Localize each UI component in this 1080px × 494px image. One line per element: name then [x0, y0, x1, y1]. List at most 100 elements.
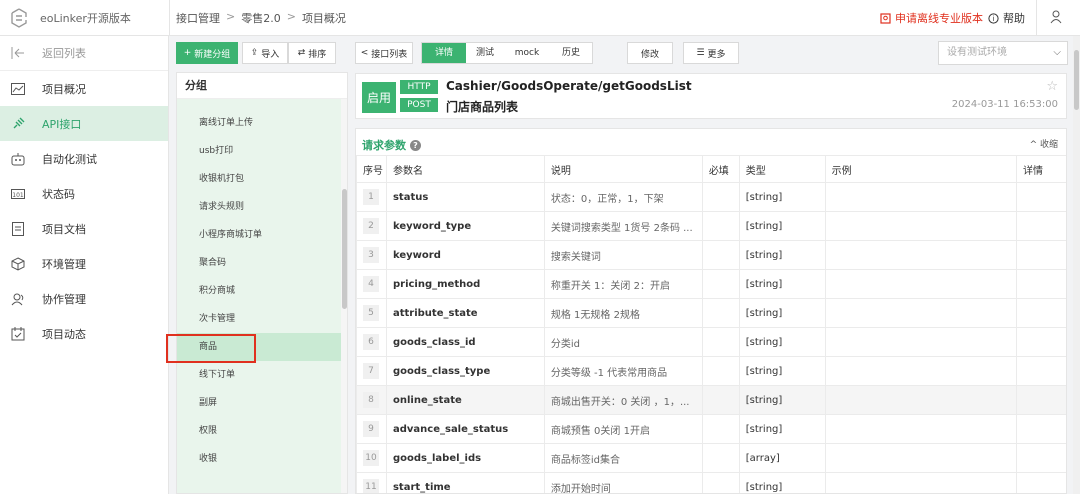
new-group-button[interactable]: + 新建分组: [176, 42, 238, 64]
chevron-left-icon: <: [360, 48, 369, 58]
table-row[interactable]: 1 status 状态：0，正常，1，下架 [string]: [356, 182, 1066, 212]
group-item[interactable]: usb打印: [177, 137, 341, 165]
nav-item-collab[interactable]: 协作管理: [0, 281, 168, 316]
more-button[interactable]: ☰ 更多: [683, 42, 739, 64]
help-button[interactable]: i 帮助: [988, 10, 1025, 26]
page-scrollbar[interactable]: [1073, 36, 1080, 494]
param-detail: [1016, 182, 1066, 212]
param-desc: 添加开始时间: [543, 472, 703, 493]
collapse-button[interactable]: ^ 收缩: [1030, 137, 1058, 150]
param-desc: 分类等级 -1 代表常用商品: [543, 356, 703, 386]
param-detail: [1016, 385, 1066, 415]
group-item[interactable]: 次卡管理: [177, 305, 341, 333]
edit-button[interactable]: 修改: [627, 42, 673, 64]
table-row[interactable]: 8 online_state 商城出售开关：0 关闭 ，1，... [string]: [356, 385, 1066, 415]
certificate-icon: [880, 12, 891, 24]
column-header: 类型: [738, 155, 826, 183]
tab-mock[interactable]: mock: [504, 43, 550, 63]
page-scroll-thumb[interactable]: [1074, 50, 1079, 110]
row-index-badge: 3: [363, 247, 379, 263]
table-row[interactable]: 5 attribute_state 规格 1无规格 2规格 [string]: [356, 298, 1066, 328]
nav-item-api[interactable]: API接口: [0, 106, 168, 141]
table-row[interactable]: 3 keyword 搜索关键词 [string]: [356, 240, 1066, 270]
param-example: [824, 211, 1018, 241]
group-item[interactable]: 收银: [177, 445, 341, 473]
collapse-label: 收缩: [1039, 140, 1058, 150]
nav-item-statuscode[interactable]: 101 状态码: [0, 176, 168, 211]
row-index-badge: 6: [363, 334, 379, 350]
breadcrumb-item[interactable]: 接口管理: [176, 10, 220, 26]
table-row[interactable]: 2 keyword_type 关键词搜索类型 1货号 2条码 ... [string]: [356, 211, 1066, 241]
group-item[interactable]: 权限: [177, 417, 341, 445]
group-item[interactable]: 聚合码: [177, 249, 341, 277]
back-arrow-icon: [10, 45, 26, 61]
table-row[interactable]: 11 start_time 添加开始时间 [string]: [356, 472, 1066, 493]
test-env-select[interactable]: 设有测试环境 ⌵: [938, 41, 1068, 65]
team-icon: [10, 291, 26, 307]
import-button[interactable]: ⇪ 导入: [242, 42, 288, 64]
apply-pro-link[interactable]: 申请离线专业版本: [880, 10, 983, 26]
sort-button[interactable]: ⇄ 排序: [288, 42, 336, 64]
param-detail: [1016, 211, 1066, 241]
nav-item-label: 环境管理: [42, 257, 86, 271]
tab-test[interactable]: 测试: [466, 43, 504, 63]
group-item[interactable]: 线下订单: [177, 361, 341, 389]
eolinker-logo-icon[interactable]: [10, 8, 28, 28]
group-item[interactable]: 副屏: [177, 389, 341, 417]
nav-item-autotest[interactable]: 自动化测试: [0, 141, 168, 176]
left-nav: 返回列表 项目概况 API接口 自动化测试 101 状态码 项目文档 环境管理 …: [0, 36, 169, 494]
back-to-list[interactable]: 返回列表: [0, 36, 168, 71]
group-item[interactable]: 小程序商城订单: [177, 221, 341, 249]
param-name: online_state: [385, 385, 545, 415]
request-params-panel: 请求参数 ? ^ 收缩 序号 参数名 说明 必填 类型 示例 详情 1 statu…: [355, 128, 1067, 494]
status-badge: 启用: [362, 82, 396, 113]
column-header: 说明: [543, 155, 703, 183]
group-list-box: 分组 电子秤 离线订单上传 usb打印 收银机打包 请求头规则 小程序商城订单 …: [176, 72, 348, 494]
row-index-badge: 2: [363, 218, 379, 234]
group-item[interactable]: 积分商城: [177, 277, 341, 305]
group-item[interactable]: 请求头规则: [177, 193, 341, 221]
breadcrumb-item[interactable]: 零售2.0: [241, 10, 281, 26]
param-detail: [1016, 269, 1066, 299]
group-item[interactable]: 离线订单上传: [177, 109, 341, 137]
param-required: [701, 472, 740, 493]
question-icon[interactable]: ?: [410, 139, 421, 151]
user-icon[interactable]: [1050, 10, 1062, 24]
nav-item-activity[interactable]: 项目动态: [0, 316, 168, 351]
help-icon: i: [988, 12, 999, 24]
back-to-api-list-button[interactable]: < 接口列表: [355, 42, 413, 64]
table-row[interactable]: 9 advance_sale_status 商城预售 0关闭 1开启 [string]: [356, 414, 1066, 444]
nav-item-docs[interactable]: 项目文档: [0, 211, 168, 246]
table-row[interactable]: 10 goods_label_ids 商品标签id集合 [array]: [356, 443, 1066, 473]
table-row[interactable]: 7 goods_class_type 分类等级 -1 代表常用商品 [string]: [356, 356, 1066, 386]
param-desc: 商城出售开关：0 关闭 ，1，...: [543, 385, 703, 415]
test-env-placeholder: 设有测试环境: [947, 47, 1007, 58]
param-example: [824, 240, 1018, 270]
api-name: 门店商品列表: [446, 100, 519, 114]
param-example: [824, 298, 1018, 328]
tab-history[interactable]: 历史: [550, 43, 592, 63]
param-name: attribute_state: [385, 298, 545, 328]
param-example: [824, 269, 1018, 299]
param-desc: 搜索关键词: [543, 240, 703, 270]
table-row[interactable]: 6 goods_class_id 分类id [string]: [356, 327, 1066, 357]
table-row[interactable]: 4 pricing_method 称重开关 1：关闭 2：开启 [string]: [356, 269, 1066, 299]
row-index-badge: 8: [363, 392, 379, 408]
params-title: 请求参数 ?: [362, 137, 421, 153]
tab-detail[interactable]: 详情: [422, 43, 466, 63]
param-required: [701, 327, 740, 357]
back-to-api-list-label: 接口列表: [371, 49, 408, 60]
nav-item-overview[interactable]: 项目概况: [0, 71, 168, 106]
nav-item-label: 项目文档: [42, 222, 86, 236]
group-scroll-thumb[interactable]: [342, 189, 347, 309]
group-item[interactable]: 电子秤: [177, 99, 341, 109]
nav-item-env[interactable]: 环境管理: [0, 246, 168, 281]
param-example: [824, 327, 1018, 357]
row-index: 9: [356, 414, 387, 444]
nav-item-label: 项目动态: [42, 327, 86, 341]
group-scrollbar[interactable]: [341, 99, 347, 493]
row-index: 4: [356, 269, 387, 299]
star-icon[interactable]: ☆: [1046, 79, 1058, 94]
group-item[interactable]: 收银机打包: [177, 165, 341, 193]
top-bar: eoLinker开源版本 接口管理 > 零售2.0 > 项目概况 申请离线专业版…: [0, 0, 1080, 36]
